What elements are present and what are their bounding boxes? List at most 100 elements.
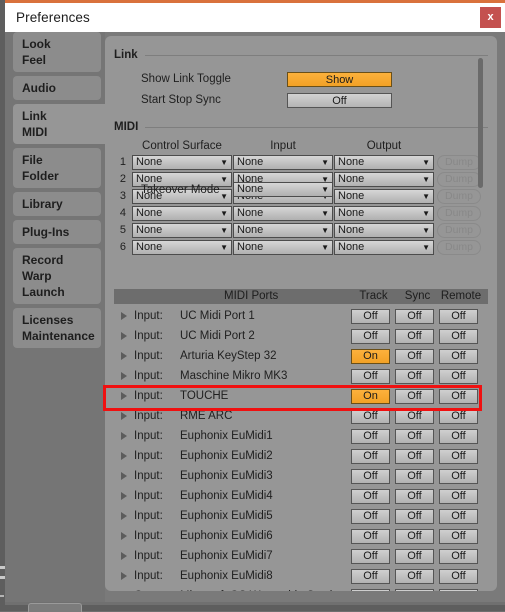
port-track-toggle[interactable]: Off xyxy=(351,449,390,464)
sidebar-item-record-warp-launch[interactable]: Record Warp Launch xyxy=(13,248,101,304)
dump-button-3[interactable]: Dump xyxy=(437,189,481,204)
dropdown-output-1[interactable]: None ▼ xyxy=(334,155,434,170)
port-remote-toggle[interactable]: Off xyxy=(439,329,478,344)
dump-button-6[interactable]: Dump xyxy=(437,240,481,255)
port-sync-toggle[interactable]: Off xyxy=(395,349,434,364)
port-remote-toggle[interactable]: Off xyxy=(439,389,478,404)
expand-triangle-icon[interactable] xyxy=(121,492,127,500)
dropdown-output-4[interactable]: None ▼ xyxy=(334,206,434,221)
dropdown-input-5[interactable]: None ▼ xyxy=(233,223,333,238)
expand-triangle-icon[interactable] xyxy=(121,572,127,580)
port-sync-toggle[interactable]: Off xyxy=(395,529,434,544)
port-track-toggle[interactable]: Off xyxy=(351,469,390,484)
port-sync-toggle[interactable]: Off xyxy=(395,329,434,344)
dropdown-control-surface-5[interactable]: None ▼ xyxy=(132,223,232,238)
port-track-toggle[interactable]: Off xyxy=(351,569,390,584)
sidebar-item-look-feel[interactable]: Look Feel xyxy=(13,32,101,72)
sidebar-item-licenses-maintenance[interactable]: Licenses Maintenance xyxy=(13,308,101,348)
port-track-toggle[interactable]: Off xyxy=(351,329,390,344)
port-remote-toggle[interactable]: Off xyxy=(439,549,478,564)
port-sync-toggle[interactable]: Off xyxy=(395,369,434,384)
ports-scrollbar[interactable] xyxy=(478,58,483,188)
port-track-toggle[interactable]: Off xyxy=(351,489,390,504)
dropdown-output-5[interactable]: None ▼ xyxy=(334,223,434,238)
port-sync-toggle[interactable]: Off xyxy=(395,569,434,584)
port-sync-toggle[interactable]: Off xyxy=(395,549,434,564)
dropdown-input-4[interactable]: None ▼ xyxy=(233,206,333,221)
port-row[interactable]: Input: TOUCHE On Off Off xyxy=(114,387,488,407)
sidebar-item-audio[interactable]: Audio xyxy=(13,76,101,100)
port-row[interactable]: Input: Euphonix EuMidi6 Off Off Off xyxy=(114,527,488,547)
toggle-start-stop-sync[interactable]: Off xyxy=(287,93,392,108)
sidebar-item-plug-ins[interactable]: Plug-Ins xyxy=(13,220,101,244)
port-sync-toggle[interactable]: Off xyxy=(395,489,434,504)
dropdown-control-surface-4[interactable]: None ▼ xyxy=(132,206,232,221)
port-row[interactable]: Input: UC Midi Port 2 Off Off Off xyxy=(114,327,488,347)
port-sync-toggle[interactable]: Off xyxy=(395,509,434,524)
dropdown-output-2[interactable]: None ▼ xyxy=(334,172,434,187)
port-remote-toggle[interactable]: Off xyxy=(439,469,478,484)
dump-button-1[interactable]: Dump xyxy=(437,155,481,170)
dropdown-input-1[interactable]: None ▼ xyxy=(233,155,333,170)
expand-triangle-icon[interactable] xyxy=(121,512,127,520)
dropdown-control-surface-6[interactable]: None ▼ xyxy=(132,240,232,255)
port-sync-toggle[interactable]: Off xyxy=(395,449,434,464)
expand-triangle-icon[interactable] xyxy=(121,312,127,320)
port-remote-toggle[interactable]: Off xyxy=(439,509,478,524)
port-remote-toggle[interactable]: Off xyxy=(439,489,478,504)
port-track-toggle[interactable]: Off xyxy=(351,369,390,384)
expand-triangle-icon[interactable] xyxy=(121,372,127,380)
port-track-toggle[interactable]: Off xyxy=(351,529,390,544)
expand-triangle-icon[interactable] xyxy=(121,532,127,540)
expand-triangle-icon[interactable] xyxy=(121,552,127,560)
port-row[interactable]: Input: Euphonix EuMidi7 Off Off Off xyxy=(114,547,488,567)
close-icon[interactable]: x xyxy=(480,7,501,28)
expand-triangle-icon[interactable] xyxy=(121,352,127,360)
port-row[interactable]: Input: Maschine Mikro MK3 Off Off Off xyxy=(114,367,488,387)
port-track-toggle[interactable]: Off xyxy=(351,309,390,324)
toggle-show-link[interactable]: Show xyxy=(287,72,392,87)
port-track-toggle[interactable]: On xyxy=(351,389,390,404)
port-remote-toggle[interactable]: Off xyxy=(439,369,478,384)
port-row[interactable]: Output: Microsoft GS Wavetable Synth Off Of… xyxy=(114,587,488,591)
port-track-toggle[interactable]: Off xyxy=(351,509,390,524)
port-sync-toggle[interactable]: Off xyxy=(395,389,434,404)
port-row[interactable]: Input: Euphonix EuMidi4 Off Off Off xyxy=(114,487,488,507)
port-remote-toggle[interactable]: Off xyxy=(439,309,478,324)
dropdown-input-6[interactable]: None ▼ xyxy=(233,240,333,255)
port-row[interactable]: Input: Euphonix EuMidi8 Off Off Off xyxy=(114,567,488,587)
expand-triangle-icon[interactable] xyxy=(121,392,127,400)
port-row[interactable]: Input: Arturia KeyStep 32 On Off Off xyxy=(114,347,488,367)
port-track-toggle[interactable]: On xyxy=(351,349,390,364)
port-remote-toggle[interactable]: Off xyxy=(439,529,478,544)
port-row[interactable]: Input: RME ARC Off Off Off xyxy=(114,407,488,427)
port-remote-toggle[interactable]: Off xyxy=(439,429,478,444)
port-track-toggle[interactable]: Off xyxy=(351,589,390,591)
port-row[interactable]: Input: UC Midi Port 1 Off Off Off xyxy=(114,307,488,327)
port-remote-toggle[interactable]: Off xyxy=(439,449,478,464)
dump-button-5[interactable]: Dump xyxy=(437,223,481,238)
port-sync-toggle[interactable]: Off xyxy=(395,409,434,424)
port-remote-toggle[interactable]: Off xyxy=(439,409,478,424)
port-sync-toggle[interactable]: Off xyxy=(395,429,434,444)
port-row[interactable]: Input: Euphonix EuMidi5 Off Off Off xyxy=(114,507,488,527)
dropdown-output-3[interactable]: None ▼ xyxy=(334,189,434,204)
port-sync-toggle[interactable]: Off xyxy=(395,589,434,591)
dump-button-2[interactable]: Dump xyxy=(437,172,481,187)
port-track-toggle[interactable]: Off xyxy=(351,409,390,424)
dropdown-output-6[interactable]: None ▼ xyxy=(334,240,434,255)
dropdown-control-surface-1[interactable]: None ▼ xyxy=(132,155,232,170)
expand-triangle-icon[interactable] xyxy=(121,452,127,460)
expand-triangle-icon[interactable] xyxy=(121,332,127,340)
sidebar-item-library[interactable]: Library xyxy=(13,192,101,216)
window-titlebar[interactable]: Preferences x xyxy=(5,3,505,32)
port-remote-toggle[interactable]: Off xyxy=(439,349,478,364)
port-sync-toggle[interactable]: Off xyxy=(395,309,434,324)
dropdown-takeover-mode[interactable]: None ▼ xyxy=(233,182,333,197)
expand-triangle-icon[interactable] xyxy=(121,412,127,420)
port-remote-toggle[interactable]: Off xyxy=(439,569,478,584)
port-remote-toggle[interactable]: Off xyxy=(439,589,478,591)
port-row[interactable]: Input: Euphonix EuMidi2 Off Off Off xyxy=(114,447,488,467)
sidebar-item-file-folder[interactable]: File Folder xyxy=(13,148,101,188)
sidebar-item-link-midi[interactable]: Link MIDI xyxy=(13,104,108,144)
